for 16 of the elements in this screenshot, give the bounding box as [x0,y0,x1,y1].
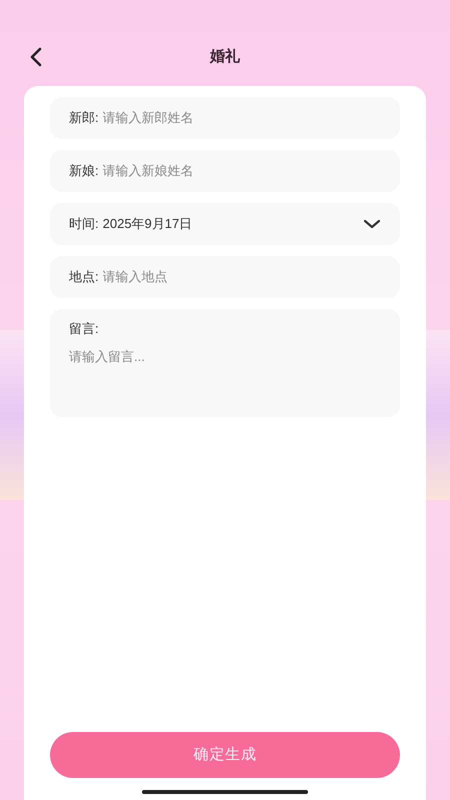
text-field[interactable]: 地点: 请输入地点 [50,256,400,298]
chevron-down-icon [363,219,381,229]
field-label: 地点: [69,268,99,286]
field-label: 新郎: [69,109,99,128]
message-box[interactable]: 留言: 请输入留言... [50,309,400,417]
text-input[interactable]: 请输入新娘姓名 [102,161,381,181]
text-field[interactable]: 新娘: 请输入新娘姓名 [50,150,400,192]
text-input[interactable]: 请输入地点 [102,267,381,287]
message-input[interactable]: 请输入留言... [69,346,381,417]
field-label: 新娘: [69,162,99,180]
field-label: 时间: [69,215,99,234]
date-dropdown[interactable]: 时间: 2025年9月17日 [50,203,400,245]
text-input[interactable]: 请输入新郎姓名 [102,108,381,128]
field-label: 留言: [69,320,100,338]
page-title: 婚礼 [210,46,240,67]
text-field[interactable]: 新郎: 请输入新郎姓名 [50,97,400,139]
